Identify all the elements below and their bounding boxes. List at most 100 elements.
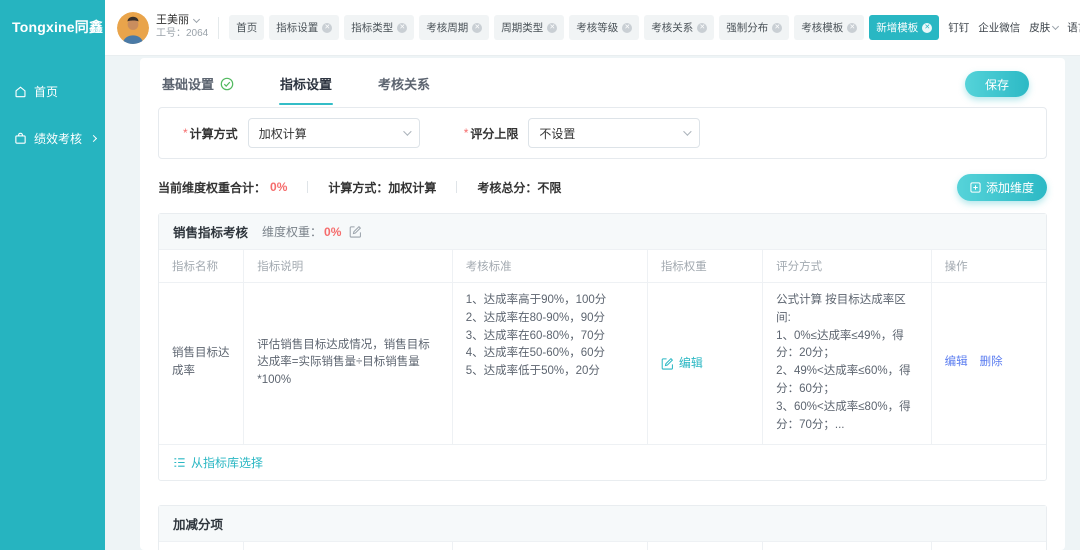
sales-indicator-panel: 销售指标考核 维度权重： 0% 指标名称 指标说明 考核标准 指标权重 评分方式… xyxy=(158,213,1047,481)
chevron-down-icon xyxy=(1052,22,1059,29)
tab-chip-home[interactable]: 首页 xyxy=(229,15,264,40)
sales-panel-footer: 从指标库选择 xyxy=(159,444,1046,480)
tab-chip-indicator-type[interactable]: 指标类型✕ xyxy=(344,15,414,40)
close-icon[interactable]: ✕ xyxy=(397,23,407,33)
standard-line: 2、达成率在80-90%，90分 xyxy=(466,310,634,328)
indicator-description-cell: 评估销售目标达成情况，销售目标达成率=实际销售量÷目标销售量*100% xyxy=(243,282,451,444)
sidebar-item-home[interactable]: 首页 xyxy=(0,73,105,110)
tab-chip-cycle-type[interactable]: 周期类型✕ xyxy=(494,15,564,40)
column-header: 指标名称 xyxy=(159,250,243,282)
link-language[interactable]: 语言 xyxy=(1067,20,1080,35)
calc-method-label: 计算方式 xyxy=(190,125,238,142)
standard-line: 4、达成率在50-60%，60分 xyxy=(466,345,634,363)
required-asterisk: * xyxy=(464,126,469,140)
edit-icon xyxy=(661,357,674,370)
edit-row-link[interactable]: 编辑 xyxy=(945,354,968,372)
step-tabs: 基础设置 指标设置 考核关系 保存 xyxy=(158,58,1047,107)
close-icon[interactable]: ✕ xyxy=(772,23,782,33)
select-from-library-link[interactable]: 从指标库选择 xyxy=(173,454,263,471)
sidebar: Tongxine同鑫 首页 绩效考核 xyxy=(0,0,105,550)
column-header: 指标权重(没有指标权重) xyxy=(647,542,762,550)
score-limit-label: 评分上限 xyxy=(470,125,518,142)
tab-chip-assessment-cycle[interactable]: 考核周期✕ xyxy=(419,15,489,40)
calc-method-select[interactable]: 加权计算 xyxy=(248,118,420,148)
divider xyxy=(307,181,308,193)
avatar xyxy=(117,12,149,44)
tab-chip-assessment-relation[interactable]: 考核关系✕ xyxy=(644,15,714,40)
add-dimension-button[interactable]: 添加维度 xyxy=(957,174,1047,201)
scoring-method-cell: 公式计算 按目标达成率区间: 1、0%≤达成率≤49%，得分：20分； 2、49… xyxy=(762,282,931,444)
column-header: 考核标准 xyxy=(452,542,647,550)
summary-bar: 当前维度权重合计： 0% 计算方式：加权计算 考核总分：不限 添加维度 xyxy=(158,173,1047,201)
bonus-panel-header: 加减分项 xyxy=(159,506,1046,542)
brand-logo: Tongxine同鑫 xyxy=(0,0,105,37)
column-header: 评分方式 xyxy=(762,542,931,550)
calc-method-summary: 计算方式：加权计算 xyxy=(328,179,436,196)
row-actions-cell: 编辑 删除 xyxy=(931,282,1046,444)
chevron-down-icon xyxy=(684,127,692,135)
link-dingtalk[interactable]: 钉钉 xyxy=(948,20,969,35)
sidebar-item-label: 首页 xyxy=(34,83,58,100)
assessment-standards-cell: 1、达成率高于90%，100分 2、达成率在80-90%，90分 3、达成率在6… xyxy=(452,282,647,444)
link-skin[interactable]: 皮肤 xyxy=(1029,20,1058,35)
tab-chip-assessment-grade[interactable]: 考核等级✕ xyxy=(569,15,639,40)
sales-indicator-table: 指标名称 指标说明 考核标准 指标权重 评分方式 操作 销售目标达成率 评估销售… xyxy=(159,250,1046,444)
bonus-panel-title: 加减分项 xyxy=(173,514,223,533)
close-icon[interactable]: ✕ xyxy=(472,23,482,33)
tab-assessment-relation[interactable]: 考核关系 xyxy=(378,74,430,93)
bonus-deduction-panel: 加减分项 指标名称 指标说明 考核标准 指标权重(没有指标权重) 评分方式 操作… xyxy=(158,505,1047,550)
column-header: 指标权重 xyxy=(647,250,762,282)
edit-weight-icon[interactable] xyxy=(349,225,362,238)
performance-icon xyxy=(14,132,27,145)
standard-line: 5、达成率低于50%，20分 xyxy=(466,363,634,381)
topbar-tab-list: 首页 指标设置✕ 指标类型✕ 考核周期✕ 周期类型✕ 考核等级✕ 考核关系✕ 强… xyxy=(229,15,939,40)
tab-basic-settings[interactable]: 基础设置 xyxy=(162,74,234,93)
divider xyxy=(456,181,457,193)
close-icon[interactable]: ✕ xyxy=(922,23,932,33)
column-header: 操作 xyxy=(931,542,1046,550)
sidebar-nav: 首页 绩效考核 xyxy=(0,73,105,157)
close-icon[interactable]: ✕ xyxy=(847,23,857,33)
dimension-weight-total-label: 当前维度权重合计： xyxy=(158,179,266,196)
tab-indicator-settings[interactable]: 指标设置 xyxy=(280,74,332,93)
link-wecom[interactable]: 企业微信 xyxy=(978,20,1020,35)
settings-form: * 计算方式 加权计算 * 评分上限 不设置 xyxy=(158,107,1047,159)
user-name: 王美丽 xyxy=(156,14,189,28)
app-root: Tongxine同鑫 首页 绩效考核 王美丽 工号：2064 xyxy=(0,0,1080,550)
required-asterisk: * xyxy=(183,126,188,140)
column-header: 指标说明 xyxy=(243,250,451,282)
score-limit-select[interactable]: 不设置 xyxy=(528,118,700,148)
sidebar-item-label: 绩效考核 xyxy=(34,130,82,147)
template-editor-card: 基础设置 指标设置 考核关系 保存 * 计算方式 加权计算 * 评分上限 不设置 xyxy=(140,58,1065,550)
close-icon[interactable]: ✕ xyxy=(547,23,557,33)
user-menu[interactable]: 王美丽 工号：2064 xyxy=(117,12,208,44)
home-icon xyxy=(14,85,27,98)
column-header: 评分方式 xyxy=(762,250,931,282)
total-score-summary: 考核总分：不限 xyxy=(477,179,561,196)
sidebar-item-performance[interactable]: 绩效考核 xyxy=(0,120,105,157)
tab-chip-assessment-template[interactable]: 考核模板✕ xyxy=(794,15,864,40)
sales-panel-header: 销售指标考核 维度权重： 0% xyxy=(159,214,1046,250)
close-icon[interactable]: ✕ xyxy=(622,23,632,33)
indicator-name-cell: 销售目标达成率 xyxy=(159,282,243,444)
edit-weight-link[interactable]: 编辑 xyxy=(661,354,703,373)
user-meta: 王美丽 工号：2064 xyxy=(156,14,208,40)
tab-chip-forced-distribution[interactable]: 强制分布✕ xyxy=(719,15,789,40)
chevron-right-icon xyxy=(90,135,97,142)
column-header: 指标名称 xyxy=(159,542,243,550)
bonus-table: 指标名称 指标说明 考核标准 指标权重(没有指标权重) 评分方式 操作 xyxy=(159,542,1046,550)
scoring-line: 2、49%<达成率≤60%，得分：60分； xyxy=(776,363,918,399)
close-icon[interactable]: ✕ xyxy=(322,23,332,33)
column-header: 考核标准 xyxy=(452,250,647,282)
tab-chip-new-template[interactable]: 新增模板✕ xyxy=(869,15,939,40)
delete-row-link[interactable]: 删除 xyxy=(980,354,1003,372)
standard-line: 3、达成率在60-80%，70分 xyxy=(466,328,634,346)
topbar-divider xyxy=(218,17,219,39)
close-icon[interactable]: ✕ xyxy=(697,23,707,33)
dimension-weight-value: 0% xyxy=(324,225,341,239)
tab-chip-indicator-setting[interactable]: 指标设置✕ xyxy=(269,15,339,40)
chevron-down-icon xyxy=(403,127,411,135)
save-button[interactable]: 保存 xyxy=(965,71,1029,97)
dimension-weight-label: 维度权重： xyxy=(262,223,322,240)
chevron-down-icon xyxy=(193,16,200,23)
